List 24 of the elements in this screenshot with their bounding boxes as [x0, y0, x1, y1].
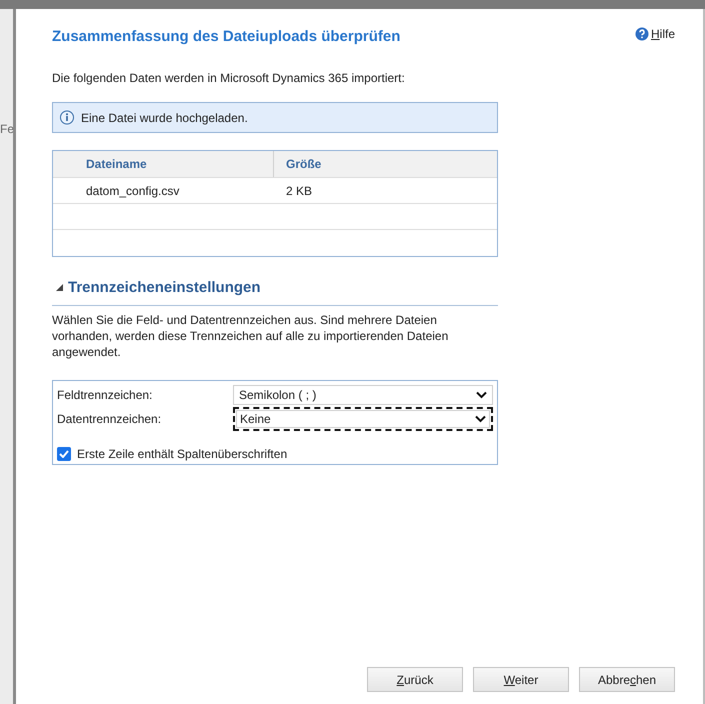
section-header[interactable]: Trennzeicheneinstellungen: [52, 279, 261, 296]
field-label: Feldtrennzeichen:: [57, 388, 154, 402]
help-icon: [634, 27, 649, 41]
dialog-button[interactable]: Zurück: [367, 667, 463, 692]
column-header[interactable]: Dateiname: [53, 151, 274, 177]
checkmark-icon: [59, 450, 69, 458]
table-cell-text: datom_config.csv: [85, 182, 180, 200]
intro-text: Die folgenden Daten werden in Microsoft Dynamics 365 importiert:: [52, 71, 406, 85]
checkbox[interactable]: [57, 447, 71, 461]
table-cell-text: 2 KB: [285, 182, 314, 200]
dropdown[interactable]: Keine: [233, 407, 493, 431]
description-text: Wählen Sie die Feld- und Datentrennzeichen aus. Sind mehrere Dateien vorhanden, werden diese Trennzeichen auf alle zu importierenden Dateien angewendet.: [52, 312, 450, 360]
chevron-down-icon: [475, 415, 486, 423]
info-icon: [59, 110, 75, 126]
dialog-title: Zusammenfassung des Dateiuploads überprüfen: [52, 28, 400, 45]
chevron-down-icon: [476, 391, 487, 399]
column-header[interactable]: Größe: [274, 151, 497, 177]
dropdown[interactable]: Semikolon ( ; ): [233, 385, 493, 405]
dialog-button[interactable]: Weiter: [473, 667, 569, 692]
help-link[interactable]: Hilfe: [634, 27, 675, 41]
field-label: Datentrennzeichen:: [57, 412, 162, 426]
dialog-button[interactable]: Abbrechen: [579, 667, 675, 692]
triangle-icon: [56, 284, 63, 291]
info-text: Eine Datei wurde hochgeladen.: [81, 110, 248, 124]
